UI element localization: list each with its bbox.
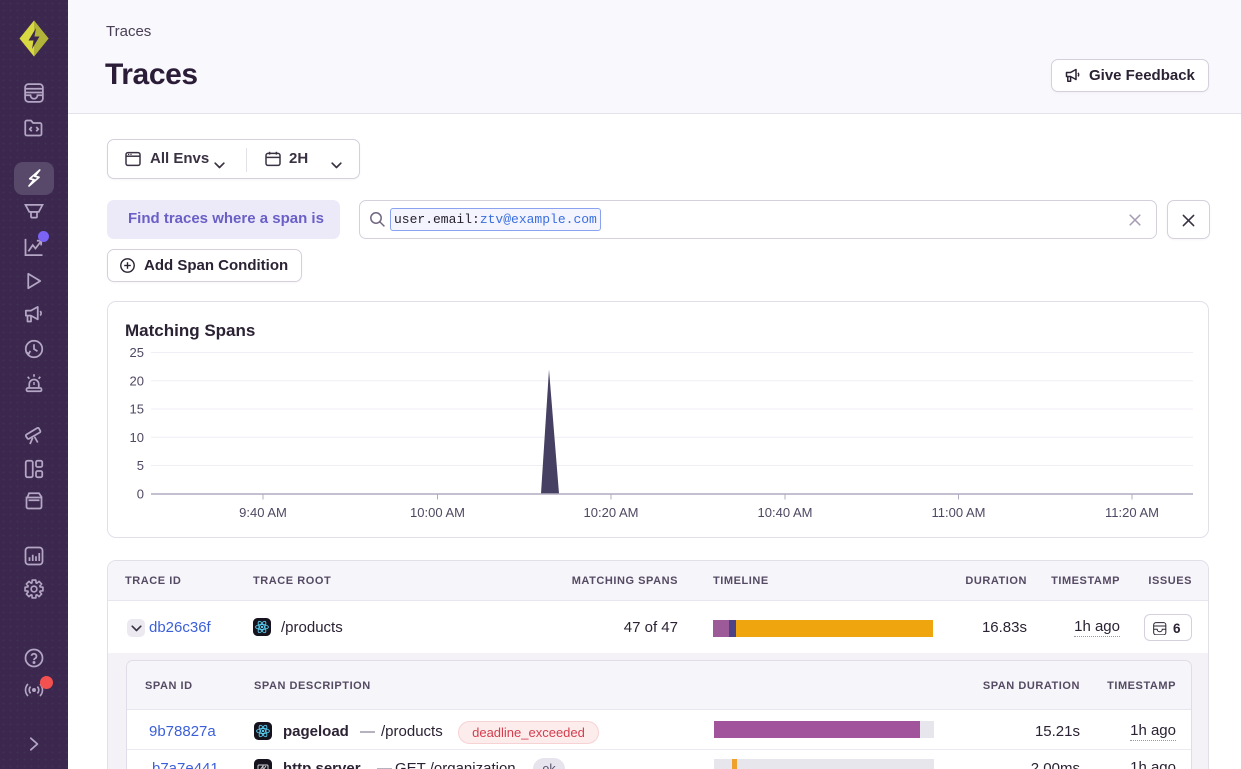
svg-text:25: 25 [130,345,144,360]
svg-text:10:40 AM: 10:40 AM [758,505,813,520]
svg-text:5: 5 [137,458,144,473]
svg-text:10: 10 [130,430,144,445]
svg-text:10:20 AM: 10:20 AM [584,505,639,520]
svg-text:11:00 AM: 11:00 AM [932,505,986,520]
svg-text:15: 15 [130,402,144,417]
svg-text:11:20 AM: 11:20 AM [1105,505,1159,520]
svg-text:10:00 AM: 10:00 AM [410,505,465,520]
svg-text:9:40 AM: 9:40 AM [239,505,287,520]
svg-text:20: 20 [130,373,144,388]
svg-text:0: 0 [137,487,144,502]
